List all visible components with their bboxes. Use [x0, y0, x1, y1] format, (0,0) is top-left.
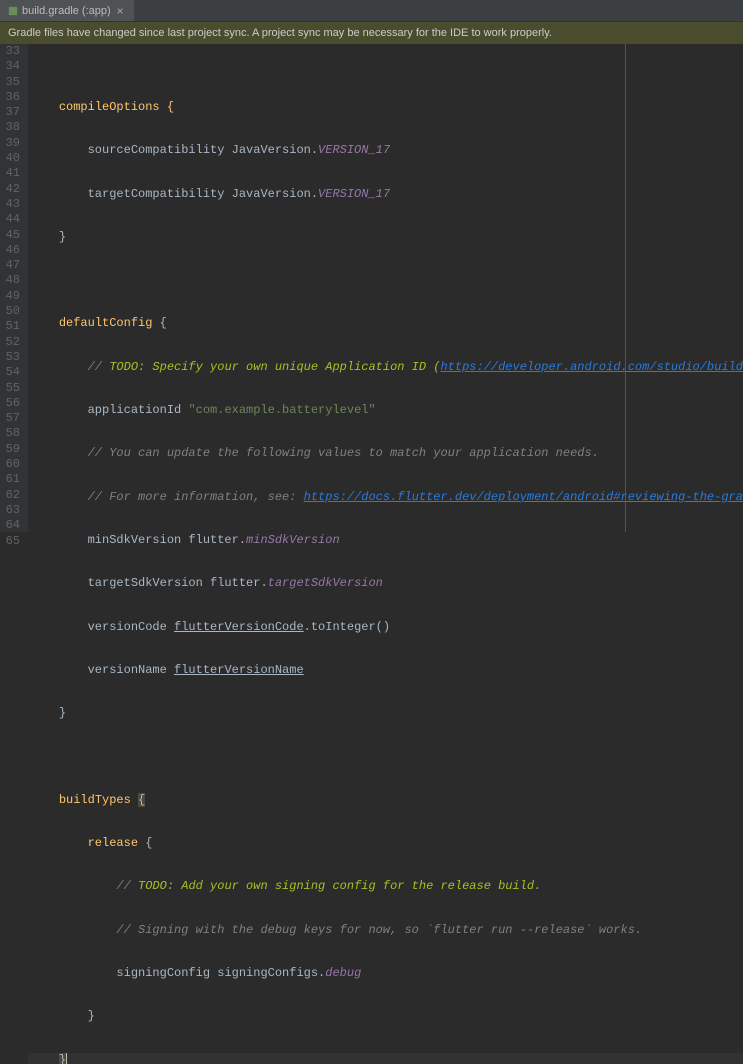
line-number: 54 [4, 365, 20, 380]
line-number: 57 [4, 411, 20, 426]
line-number: 47 [4, 258, 20, 273]
line-number: 62 [4, 488, 20, 503]
code-line: buildTypes { [28, 793, 743, 808]
line-number: 35 [4, 75, 20, 90]
code-line: versionCode flutterVersionCode.toInteger… [28, 620, 743, 635]
code-line: // TODO: Add your own signing config for… [28, 879, 743, 894]
line-number: 38 [4, 120, 20, 135]
code-line: targetCompatibility JavaVersion.VERSION_… [28, 187, 743, 202]
line-number: 48 [4, 273, 20, 288]
line-number: 37 [4, 105, 20, 120]
line-number: 33 [4, 44, 20, 59]
line-number: 49 [4, 289, 20, 304]
line-number-gutter: 3334353637383940414243444546474849505152… [0, 44, 28, 532]
code-line: sourceCompatibility JavaVersion.VERSION_… [28, 143, 743, 158]
line-number: 41 [4, 166, 20, 181]
code-line: compileOptions { [28, 100, 743, 115]
line-number: 43 [4, 197, 20, 212]
line-number: 50 [4, 304, 20, 319]
code-line: // Signing with the debug keys for now, … [28, 923, 743, 938]
code-line: applicationId "com.example.batterylevel" [28, 403, 743, 418]
code-editor[interactable]: 3334353637383940414243444546474849505152… [0, 44, 743, 532]
line-number: 52 [4, 335, 20, 350]
tab-label: build.gradle (:app) [22, 5, 111, 17]
line-number: 64 [4, 518, 20, 533]
sync-banner[interactable]: Gradle files have changed since last pro… [0, 22, 743, 44]
line-number: 40 [4, 151, 20, 166]
line-number: 34 [4, 59, 20, 74]
banner-text: Gradle files have changed since last pro… [8, 27, 552, 39]
code-line: } [28, 1009, 743, 1024]
code-line: release { [28, 836, 743, 851]
line-number: 63 [4, 503, 20, 518]
close-icon[interactable]: × [115, 4, 126, 18]
line-number: 36 [4, 90, 20, 105]
code-line: // TODO: Specify your own unique Applica… [28, 360, 743, 375]
code-line [28, 273, 743, 288]
line-number: 60 [4, 457, 20, 472]
line-number: 44 [4, 212, 20, 227]
code-line: } [28, 1053, 743, 1064]
code-line: // You can update the following values t… [28, 446, 743, 461]
code-line [28, 749, 743, 764]
code-line: } [28, 230, 743, 245]
editor-tab-bar: build.gradle (:app) × [0, 0, 743, 22]
code-line: defaultConfig { [28, 316, 743, 331]
line-number: 65 [4, 534, 20, 549]
line-number: 58 [4, 426, 20, 441]
file-tab[interactable]: build.gradle (:app) × [0, 0, 134, 21]
code-line: signingConfig signingConfigs.debug [28, 966, 743, 981]
line-number: 39 [4, 136, 20, 151]
line-number: 55 [4, 381, 20, 396]
code-area[interactable]: compileOptions { sourceCompatibility Jav… [28, 44, 743, 532]
line-number: 42 [4, 182, 20, 197]
code-line: // For more information, see: https://do… [28, 490, 743, 505]
code-line: targetSdkVersion flutter.targetSdkVersio… [28, 576, 743, 591]
line-number: 45 [4, 228, 20, 243]
right-margin-line [625, 44, 626, 532]
gradle-file-icon [8, 6, 18, 16]
code-line: minSdkVersion flutter.minSdkVersion [28, 533, 743, 548]
code-line: versionName flutterVersionName [28, 663, 743, 678]
code-line: } [28, 706, 743, 721]
line-number: 53 [4, 350, 20, 365]
line-number: 46 [4, 243, 20, 258]
line-number: 61 [4, 472, 20, 487]
line-number: 56 [4, 396, 20, 411]
line-number: 59 [4, 442, 20, 457]
line-number: 51 [4, 319, 20, 334]
